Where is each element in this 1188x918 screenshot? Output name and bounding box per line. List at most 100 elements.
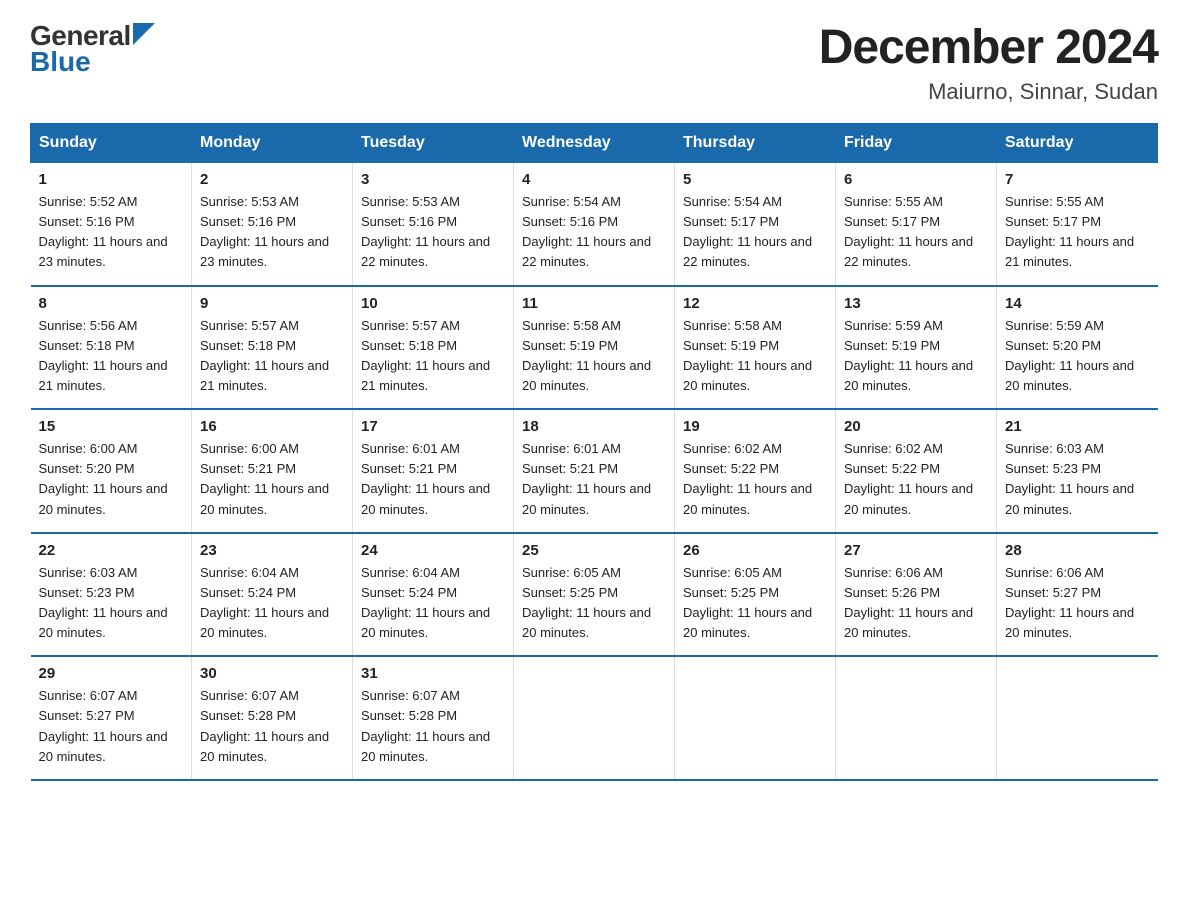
day-info: Sunrise: 5:53 AM Sunset: 5:16 PM Dayligh… xyxy=(361,192,505,273)
calendar-week-row: 8 Sunrise: 5:56 AM Sunset: 5:18 PM Dayli… xyxy=(31,286,1158,410)
header-saturday: Saturday xyxy=(997,124,1158,163)
calendar-week-row: 29 Sunrise: 6:07 AM Sunset: 5:27 PM Dayl… xyxy=(31,656,1158,780)
day-info: Sunrise: 5:59 AM Sunset: 5:20 PM Dayligh… xyxy=(1005,316,1150,397)
table-row: 15 Sunrise: 6:00 AM Sunset: 5:20 PM Dayl… xyxy=(31,409,192,533)
day-info: Sunrise: 6:03 AM Sunset: 5:23 PM Dayligh… xyxy=(39,563,184,644)
day-number: 17 xyxy=(361,418,505,435)
table-row: 28 Sunrise: 6:06 AM Sunset: 5:27 PM Dayl… xyxy=(997,533,1158,657)
table-row: 20 Sunrise: 6:02 AM Sunset: 5:22 PM Dayl… xyxy=(836,409,997,533)
day-info: Sunrise: 5:57 AM Sunset: 5:18 PM Dayligh… xyxy=(200,316,344,397)
day-number: 23 xyxy=(200,542,344,559)
table-row: 23 Sunrise: 6:04 AM Sunset: 5:24 PM Dayl… xyxy=(192,533,353,657)
table-row xyxy=(514,656,675,780)
table-row xyxy=(836,656,997,780)
table-row: 19 Sunrise: 6:02 AM Sunset: 5:22 PM Dayl… xyxy=(675,409,836,533)
day-number: 4 xyxy=(522,171,666,188)
day-info: Sunrise: 6:06 AM Sunset: 5:27 PM Dayligh… xyxy=(1005,563,1150,644)
table-row: 24 Sunrise: 6:04 AM Sunset: 5:24 PM Dayl… xyxy=(353,533,514,657)
day-info: Sunrise: 5:59 AM Sunset: 5:19 PM Dayligh… xyxy=(844,316,988,397)
day-number: 16 xyxy=(200,418,344,435)
day-number: 11 xyxy=(522,295,666,312)
table-row: 17 Sunrise: 6:01 AM Sunset: 5:21 PM Dayl… xyxy=(353,409,514,533)
day-number: 13 xyxy=(844,295,988,312)
day-number: 29 xyxy=(39,665,184,682)
day-number: 28 xyxy=(1005,542,1150,559)
day-info: Sunrise: 5:53 AM Sunset: 5:16 PM Dayligh… xyxy=(200,192,344,273)
day-info: Sunrise: 5:55 AM Sunset: 5:17 PM Dayligh… xyxy=(844,192,988,273)
day-number: 27 xyxy=(844,542,988,559)
table-row: 5 Sunrise: 5:54 AM Sunset: 5:17 PM Dayli… xyxy=(675,163,836,286)
table-row xyxy=(675,656,836,780)
day-number: 8 xyxy=(39,295,184,312)
day-info: Sunrise: 6:05 AM Sunset: 5:25 PM Dayligh… xyxy=(522,563,666,644)
table-row: 2 Sunrise: 5:53 AM Sunset: 5:16 PM Dayli… xyxy=(192,163,353,286)
day-info: Sunrise: 6:07 AM Sunset: 5:27 PM Dayligh… xyxy=(39,686,184,767)
day-info: Sunrise: 5:55 AM Sunset: 5:17 PM Dayligh… xyxy=(1005,192,1150,273)
table-row: 9 Sunrise: 5:57 AM Sunset: 5:18 PM Dayli… xyxy=(192,286,353,410)
day-info: Sunrise: 5:58 AM Sunset: 5:19 PM Dayligh… xyxy=(683,316,827,397)
table-row: 21 Sunrise: 6:03 AM Sunset: 5:23 PM Dayl… xyxy=(997,409,1158,533)
day-number: 5 xyxy=(683,171,827,188)
day-info: Sunrise: 6:07 AM Sunset: 5:28 PM Dayligh… xyxy=(361,686,505,767)
table-row: 27 Sunrise: 6:06 AM Sunset: 5:26 PM Dayl… xyxy=(836,533,997,657)
day-info: Sunrise: 6:00 AM Sunset: 5:21 PM Dayligh… xyxy=(200,439,344,520)
table-row: 8 Sunrise: 5:56 AM Sunset: 5:18 PM Dayli… xyxy=(31,286,192,410)
logo-blue-text: Blue xyxy=(30,46,91,78)
header-monday: Monday xyxy=(192,124,353,163)
day-info: Sunrise: 6:07 AM Sunset: 5:28 PM Dayligh… xyxy=(200,686,344,767)
day-info: Sunrise: 6:05 AM Sunset: 5:25 PM Dayligh… xyxy=(683,563,827,644)
header-tuesday: Tuesday xyxy=(353,124,514,163)
header-friday: Friday xyxy=(836,124,997,163)
title-block: December 2024 Maiurno, Sinnar, Sudan xyxy=(819,20,1158,105)
day-number: 10 xyxy=(361,295,505,312)
day-info: Sunrise: 6:01 AM Sunset: 5:21 PM Dayligh… xyxy=(522,439,666,520)
calendar-week-row: 22 Sunrise: 6:03 AM Sunset: 5:23 PM Dayl… xyxy=(31,533,1158,657)
table-row: 16 Sunrise: 6:00 AM Sunset: 5:21 PM Dayl… xyxy=(192,409,353,533)
day-info: Sunrise: 6:06 AM Sunset: 5:26 PM Dayligh… xyxy=(844,563,988,644)
day-info: Sunrise: 6:03 AM Sunset: 5:23 PM Dayligh… xyxy=(1005,439,1150,520)
day-number: 21 xyxy=(1005,418,1150,435)
table-row: 1 Sunrise: 5:52 AM Sunset: 5:16 PM Dayli… xyxy=(31,163,192,286)
day-info: Sunrise: 6:02 AM Sunset: 5:22 PM Dayligh… xyxy=(844,439,988,520)
calendar-week-row: 15 Sunrise: 6:00 AM Sunset: 5:20 PM Dayl… xyxy=(31,409,1158,533)
header-wednesday: Wednesday xyxy=(514,124,675,163)
table-row: 30 Sunrise: 6:07 AM Sunset: 5:28 PM Dayl… xyxy=(192,656,353,780)
day-info: Sunrise: 6:04 AM Sunset: 5:24 PM Dayligh… xyxy=(200,563,344,644)
page-subtitle: Maiurno, Sinnar, Sudan xyxy=(819,79,1158,105)
day-info: Sunrise: 5:56 AM Sunset: 5:18 PM Dayligh… xyxy=(39,316,184,397)
table-row: 10 Sunrise: 5:57 AM Sunset: 5:18 PM Dayl… xyxy=(353,286,514,410)
calendar-week-row: 1 Sunrise: 5:52 AM Sunset: 5:16 PM Dayli… xyxy=(31,163,1158,286)
day-info: Sunrise: 5:57 AM Sunset: 5:18 PM Dayligh… xyxy=(361,316,505,397)
header-sunday: Sunday xyxy=(31,124,192,163)
table-row: 29 Sunrise: 6:07 AM Sunset: 5:27 PM Dayl… xyxy=(31,656,192,780)
day-info: Sunrise: 6:00 AM Sunset: 5:20 PM Dayligh… xyxy=(39,439,184,520)
page-header: General Blue December 2024 Maiurno, Sinn… xyxy=(30,20,1158,105)
day-number: 30 xyxy=(200,665,344,682)
day-info: Sunrise: 5:52 AM Sunset: 5:16 PM Dayligh… xyxy=(39,192,184,273)
day-number: 22 xyxy=(39,542,184,559)
day-number: 2 xyxy=(200,171,344,188)
day-number: 6 xyxy=(844,171,988,188)
day-number: 9 xyxy=(200,295,344,312)
day-info: Sunrise: 5:54 AM Sunset: 5:17 PM Dayligh… xyxy=(683,192,827,273)
day-number: 20 xyxy=(844,418,988,435)
day-number: 26 xyxy=(683,542,827,559)
table-row xyxy=(997,656,1158,780)
calendar-header-row: Sunday Monday Tuesday Wednesday Thursday… xyxy=(31,124,1158,163)
day-number: 31 xyxy=(361,665,505,682)
day-number: 24 xyxy=(361,542,505,559)
day-info: Sunrise: 5:54 AM Sunset: 5:16 PM Dayligh… xyxy=(522,192,666,273)
day-info: Sunrise: 6:04 AM Sunset: 5:24 PM Dayligh… xyxy=(361,563,505,644)
day-info: Sunrise: 6:02 AM Sunset: 5:22 PM Dayligh… xyxy=(683,439,827,520)
day-number: 12 xyxy=(683,295,827,312)
day-number: 3 xyxy=(361,171,505,188)
day-number: 19 xyxy=(683,418,827,435)
table-row: 18 Sunrise: 6:01 AM Sunset: 5:21 PM Dayl… xyxy=(514,409,675,533)
table-row: 4 Sunrise: 5:54 AM Sunset: 5:16 PM Dayli… xyxy=(514,163,675,286)
logo-arrow-icon xyxy=(133,23,155,45)
table-row: 7 Sunrise: 5:55 AM Sunset: 5:17 PM Dayli… xyxy=(997,163,1158,286)
header-thursday: Thursday xyxy=(675,124,836,163)
table-row: 31 Sunrise: 6:07 AM Sunset: 5:28 PM Dayl… xyxy=(353,656,514,780)
day-number: 25 xyxy=(522,542,666,559)
table-row: 6 Sunrise: 5:55 AM Sunset: 5:17 PM Dayli… xyxy=(836,163,997,286)
